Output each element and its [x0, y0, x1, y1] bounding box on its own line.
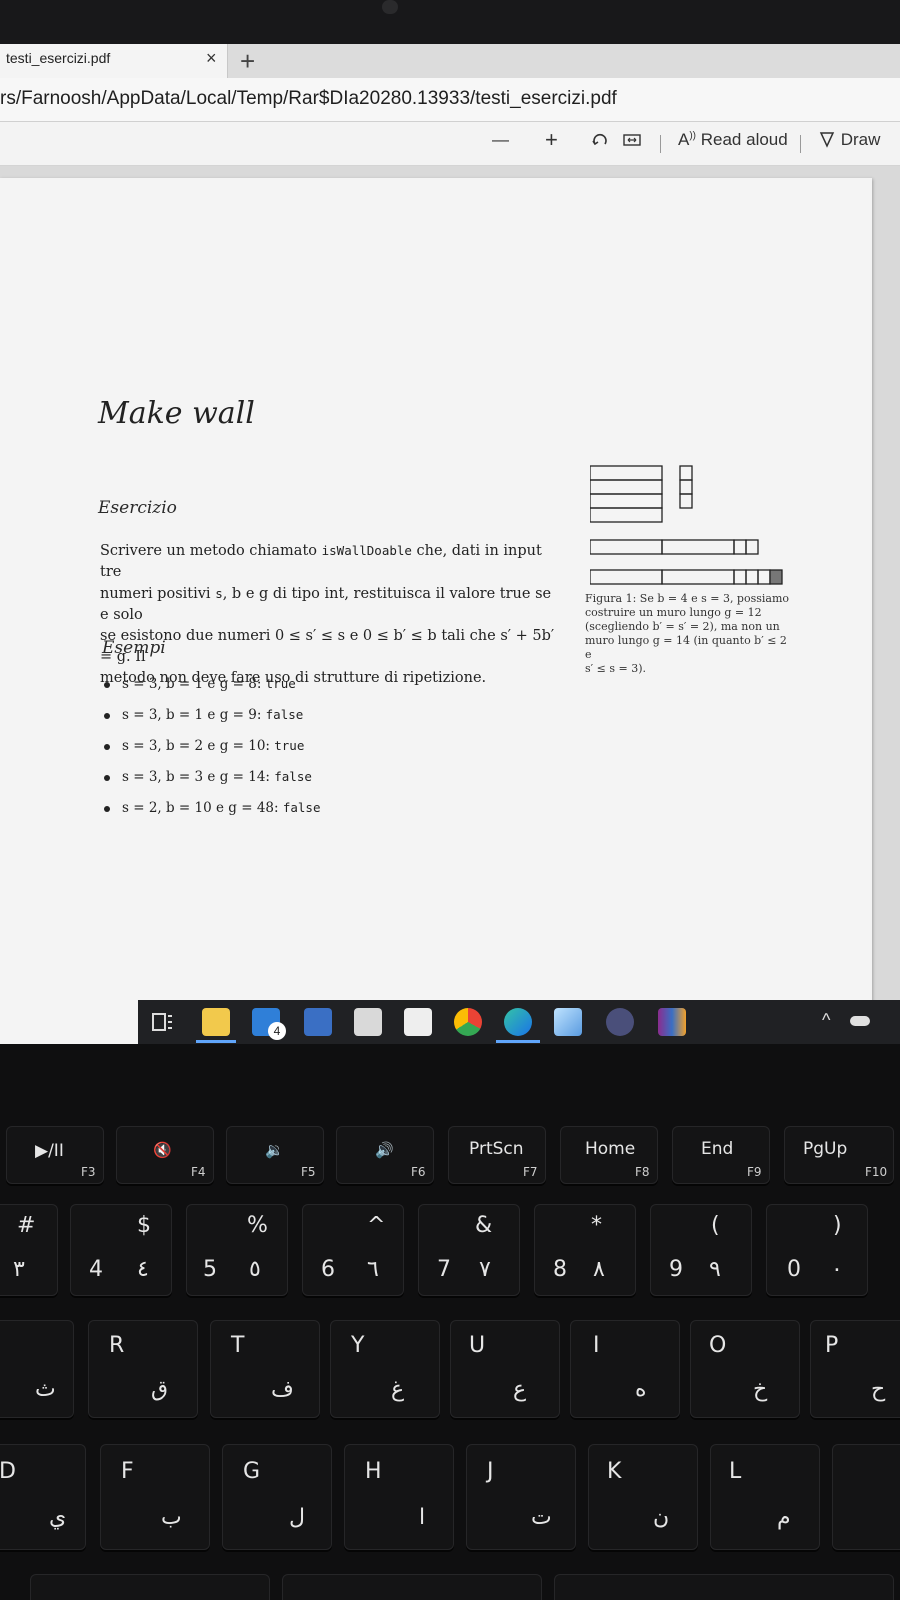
- address-bar[interactable]: rs/Farnoosh/AppData/Local/Temp/Rar$DIa20…: [0, 78, 900, 122]
- key-0[interactable]: ) 0 ٠: [766, 1204, 868, 1296]
- key-volume-up[interactable]: 🔊 F6: [336, 1126, 434, 1184]
- key-9[interactable]: ( 9 ٩: [650, 1204, 752, 1296]
- key-l[interactable]: L م: [710, 1444, 820, 1550]
- pdf-toolbar: — + A)) Read aloud Draw: [0, 122, 900, 166]
- key-bottom-row[interactable]: [554, 1574, 894, 1600]
- pdf-viewer[interactable]: Make wall Esercizio Scrivere un metodo c…: [0, 166, 900, 1044]
- key-volume-down[interactable]: 🔉 F5: [226, 1126, 324, 1184]
- draw-button[interactable]: Draw: [818, 130, 880, 150]
- read-aloud-label: Read aloud: [700, 130, 788, 149]
- examples-heading: Esempi: [102, 638, 166, 658]
- toolbar-divider: [800, 135, 801, 153]
- tray-expand-icon[interactable]: ^: [822, 1010, 830, 1031]
- chrome-icon[interactable]: [454, 1008, 482, 1036]
- key-3[interactable]: # ٣: [0, 1204, 58, 1296]
- key-8[interactable]: * 8 ٨: [534, 1204, 636, 1296]
- example-item: s = 3, b = 3 e g = 14: false: [104, 769, 320, 800]
- key-g[interactable]: G ل: [222, 1444, 332, 1550]
- example-item: s = 2, b = 10 e g = 48: false: [104, 800, 320, 831]
- key-7[interactable]: & 7 ٧: [418, 1204, 520, 1296]
- example-item: s = 3, b = 2 e g = 10: true: [104, 738, 320, 769]
- webcam: [382, 0, 398, 14]
- task-view-icon[interactable]: [148, 1008, 176, 1036]
- key-y[interactable]: Y غ: [330, 1320, 440, 1418]
- camera-icon[interactable]: [354, 1008, 382, 1036]
- key-prtscn[interactable]: PrtScn F7: [448, 1126, 546, 1184]
- exercise-heading: Esercizio: [98, 498, 177, 518]
- key-semicolon[interactable]: [832, 1444, 900, 1550]
- laptop-screen: testi_esercizi.pdf × + rs/Farnoosh/AppDa…: [0, 44, 900, 1044]
- key-u[interactable]: U ع: [450, 1320, 560, 1418]
- exercise-text: Scrivere un metodo chiamato isWallDoable…: [100, 540, 560, 689]
- winrar-icon[interactable]: [658, 1008, 686, 1036]
- active-indicator: [496, 1040, 540, 1043]
- key-i[interactable]: I ه: [570, 1320, 680, 1418]
- key-f[interactable]: F ب: [100, 1444, 210, 1550]
- read-aloud-button[interactable]: A)) Read aloud: [678, 130, 788, 150]
- new-tab-button[interactable]: +: [240, 44, 255, 78]
- active-indicator: [196, 1040, 236, 1043]
- key-mute[interactable]: 🔇 F4: [116, 1126, 214, 1184]
- pdf-page: Make wall Esercizio Scrivere un metodo c…: [0, 178, 872, 1044]
- read-aloud-icon: A)): [678, 130, 697, 149]
- key-p[interactable]: P ح: [810, 1320, 900, 1418]
- body-line: Scrivere un metodo chiamato isWallDoable…: [100, 543, 542, 580]
- body-line: se esistono due numeri 0 ≤ s′ ≤ s e 0 ≤ …: [100, 628, 555, 665]
- laptop-bezel: [0, 0, 900, 50]
- key-6[interactable]: ^ 6 ٦: [302, 1204, 404, 1296]
- edge-icon[interactable]: [504, 1008, 532, 1036]
- mail-icon[interactable]: 4: [252, 1008, 286, 1040]
- key-play-pause[interactable]: ▶/II F3: [6, 1126, 104, 1184]
- key-end[interactable]: End F9: [672, 1126, 770, 1184]
- laptop-keyboard: ▶/II F3 🔇 F4 🔉 F5 🔊 F6 PrtScn F7 Home F8…: [0, 1044, 900, 1600]
- draw-label: Draw: [840, 130, 881, 149]
- tab-title: testi_esercizi.pdf: [6, 50, 111, 66]
- fit-width-icon: [623, 134, 641, 146]
- key-4[interactable]: $ 4 ٤: [70, 1204, 172, 1296]
- key-t[interactable]: T ف: [210, 1320, 320, 1418]
- example-item: s = 3, b = 1 e g = 8: true: [104, 676, 320, 707]
- app-icon[interactable]: [554, 1008, 582, 1036]
- onedrive-icon[interactable]: [850, 1016, 870, 1026]
- examples-list: s = 3, b = 1 e g = 8: true s = 3, b = 1 …: [104, 676, 320, 831]
- toolbar-divider: [660, 135, 661, 153]
- key-home[interactable]: Home F8: [560, 1126, 658, 1184]
- wall-figure: [590, 465, 783, 585]
- rotate-icon: [592, 133, 607, 146]
- zoom-out-button[interactable]: —: [492, 130, 509, 150]
- key-k[interactable]: K ن: [588, 1444, 698, 1550]
- zoom-in-button[interactable]: +: [545, 127, 558, 153]
- key-o[interactable]: O خ: [690, 1320, 800, 1418]
- fit-page-button[interactable]: [622, 130, 642, 155]
- key-d[interactable]: D ي: [0, 1444, 86, 1550]
- key-h[interactable]: H ا: [344, 1444, 454, 1550]
- eclipse-icon[interactable]: [606, 1008, 634, 1036]
- body-line: numeri positivi s, b e g di tipo int, re…: [100, 586, 552, 623]
- key-r[interactable]: R ق: [88, 1320, 198, 1418]
- windows-taskbar: 4 ^: [138, 1000, 900, 1044]
- file-explorer-icon[interactable]: [202, 1008, 230, 1036]
- key-space[interactable]: [282, 1574, 542, 1600]
- figure-caption: Figura 1: Se b = 4 e s = 3, possiamo cos…: [585, 592, 790, 675]
- key-e[interactable]: ث: [0, 1320, 74, 1418]
- address-url[interactable]: rs/Farnoosh/AppData/Local/Temp/Rar$DIa20…: [0, 88, 617, 110]
- mail-badge: 4: [268, 1022, 286, 1040]
- example-item: s = 3, b = 1 e g = 9: false: [104, 707, 320, 738]
- key-5[interactable]: % 5 ٥: [186, 1204, 288, 1296]
- news-icon[interactable]: [304, 1008, 332, 1036]
- browser-tab[interactable]: testi_esercizi.pdf ×: [0, 44, 228, 78]
- store-icon[interactable]: [404, 1008, 432, 1036]
- key-pgup[interactable]: PgUp F10: [784, 1126, 894, 1184]
- draw-icon: [819, 132, 835, 148]
- document-title: Make wall: [98, 396, 255, 431]
- rotate-button[interactable]: [590, 130, 610, 155]
- close-tab-icon[interactable]: ×: [206, 48, 217, 69]
- browser-tab-strip: testi_esercizi.pdf × +: [0, 44, 900, 78]
- key-bottom-row[interactable]: [30, 1574, 270, 1600]
- key-j[interactable]: J ت: [466, 1444, 576, 1550]
